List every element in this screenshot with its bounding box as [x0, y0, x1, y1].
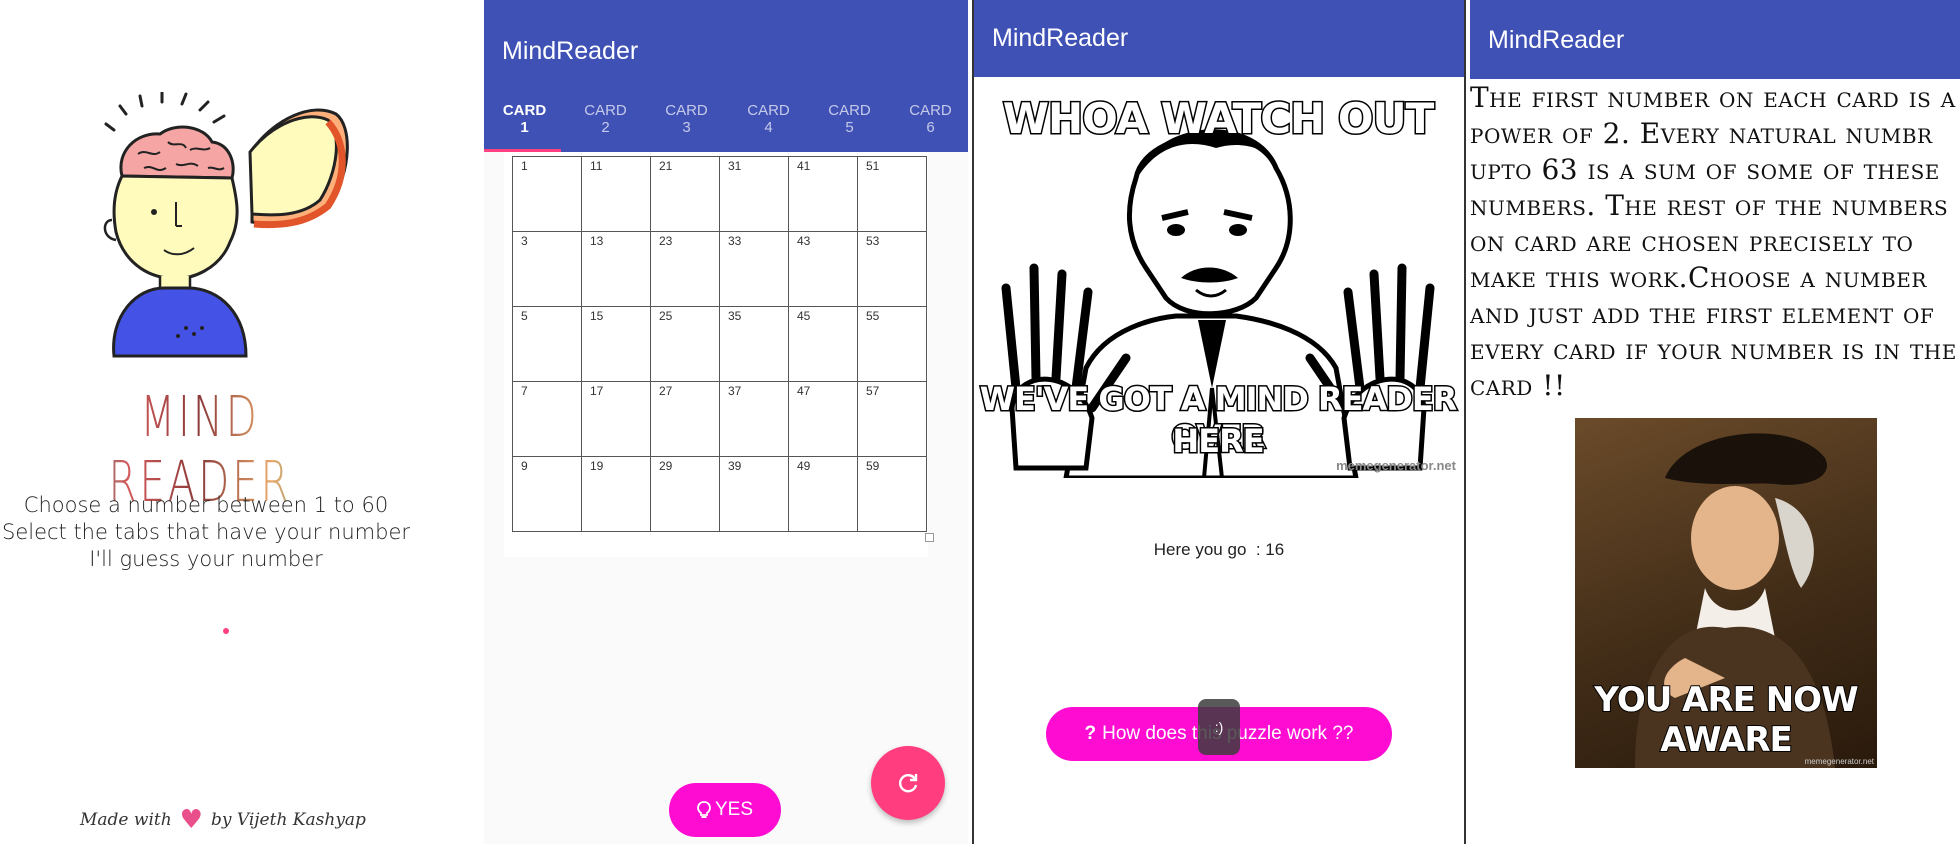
mind-reader-logo-illustration — [103, 92, 349, 358]
heart-icon: ♥ — [179, 805, 203, 835]
tab-card-1[interactable]: CARD 1 — [484, 102, 565, 136]
card-number-grid: 1 11 21 31 41 51 3 13 23 33 43 53 5 15 2… — [512, 156, 927, 532]
card-tabs: CARD 1 CARD 2 CARD 3 CARD 4 CARD 5 CARD 6 — [484, 82, 968, 152]
app-title: MindReader — [502, 37, 639, 65]
grid-cell: 25 — [650, 306, 720, 382]
grid-cell: 19 — [581, 456, 651, 532]
app-bar: MindReader — [974, 0, 1464, 77]
grid-cell: 9 — [512, 456, 582, 532]
grid-cell: 31 — [719, 156, 789, 232]
grid-cell: 45 — [788, 306, 858, 382]
aware-caption-line2: AWARE — [1659, 719, 1793, 761]
app-bar: MindReader — [1470, 0, 1960, 79]
grid-cell: 3 — [512, 231, 582, 307]
footer-prefix: Made with — [80, 810, 172, 830]
instruction-line: I'll guess your number — [89, 547, 323, 571]
grid-cell: 27 — [650, 381, 720, 457]
tab-card-5[interactable]: CARD 5 — [809, 102, 890, 136]
toast: :) — [1198, 699, 1240, 755]
grid-cell: 47 — [788, 381, 858, 457]
aware-meme-watermark: memegenerator.net — [1804, 757, 1874, 766]
grid-cell: 21 — [650, 156, 720, 232]
grid-cell: 5 — [512, 306, 582, 382]
meme-image: WHOA WATCH OUT WE'VE GOT A MIND READER O… — [976, 88, 1460, 478]
yes-button[interactable]: YES — [669, 783, 781, 837]
grid-cell: 59 — [857, 456, 927, 532]
grid-cell: 7 — [512, 381, 582, 457]
result-screen: MindReader WHOA WATCH OUT WE'VE GOT A MI… — [972, 0, 1466, 844]
grid-cell: 23 — [650, 231, 720, 307]
grid-cell: 13 — [581, 231, 651, 307]
grid-row: 1 11 21 31 41 51 — [512, 156, 927, 232]
grid-cell: 55 — [857, 306, 927, 382]
lightbulb-icon — [697, 801, 711, 818]
toast-text: :) — [1214, 719, 1224, 735]
grid-cell: 49 — [788, 456, 858, 532]
resize-handle — [925, 533, 934, 542]
loading-dot — [223, 628, 229, 634]
refresh-icon — [899, 774, 918, 793]
grid-cell: 1 — [512, 156, 582, 232]
result-text: Here you go : 16 — [1153, 540, 1285, 559]
question-icon: ? — [1084, 723, 1097, 744]
tab-card-6[interactable]: CARD 6 — [890, 102, 968, 136]
instructions: Choose a number between 1 to 60 Select t… — [0, 492, 412, 573]
footer-credit: Made with ♥ by Vijeth Kashyap — [80, 805, 366, 835]
grid-cell: 43 — [788, 231, 858, 307]
grid-cell: 35 — [719, 306, 789, 382]
aware-meme-image: YOU ARE NOW AWARE memegenerator.net — [1575, 418, 1877, 768]
grid-cell: 39 — [719, 456, 789, 532]
grid-cell: 11 — [581, 156, 651, 232]
yes-label: YES — [714, 799, 754, 820]
app-title: MindReader — [992, 24, 1129, 52]
tab-card-3[interactable]: CARD 3 — [646, 102, 727, 136]
grid-cell: 37 — [719, 381, 789, 457]
grid-row: 7 17 27 37 47 57 — [512, 381, 927, 457]
footer-suffix: by Vijeth Kashyap — [210, 810, 366, 830]
explanation-text: The first number on each card is a power… — [1470, 81, 1957, 402]
grid-cell: 53 — [857, 231, 927, 307]
grid-row: 3 13 23 33 43 53 — [512, 231, 927, 307]
cards-screen: MindReader CARD 1 CARD 2 CARD 3 CARD 4 CARD 5… — [484, 0, 968, 844]
grid-row: 5 15 25 35 45 55 — [512, 306, 927, 382]
app-bar: MindReader CARD 1 CARD 2 CARD 3 CARD 4 CARD 5… — [484, 0, 968, 152]
grid-row: 9 19 29 39 49 59 — [512, 456, 927, 532]
grid-cell: 51 — [857, 156, 927, 232]
grid-cell: 33 — [719, 231, 789, 307]
tab-card-4[interactable]: CARD 4 — [728, 102, 809, 136]
grid-cell: 17 — [581, 381, 651, 457]
aware-caption-line1: YOU ARE NOW — [1593, 679, 1859, 721]
meme-bottom-text-line2: HERE — [1171, 421, 1266, 462]
grid-cell: 41 — [788, 156, 858, 232]
app-title: MindReader — [1488, 26, 1625, 54]
grid-cell: 15 — [581, 306, 651, 382]
grid-cell: 29 — [650, 456, 720, 532]
splash-screen: MIND READER Choose a number between 1 to… — [0, 0, 484, 844]
card-grid-panel: 1 11 21 31 41 51 3 13 23 33 43 53 5 15 2… — [504, 152, 934, 557]
meme-top-text: WHOA WATCH OUT — [1001, 93, 1436, 145]
grid-cell: 57 — [857, 381, 927, 457]
instruction-line: Choose a number between 1 to 60 — [23, 493, 389, 517]
instruction-line: Select the tabs that have your number — [1, 520, 411, 544]
explanation-screen: MindReader The first number on each card… — [1468, 0, 1960, 844]
refresh-fab[interactable] — [871, 746, 945, 820]
tab-card-2[interactable]: CARD 2 — [565, 102, 646, 136]
meme-watermark: memegenerator.net — [1336, 458, 1456, 473]
